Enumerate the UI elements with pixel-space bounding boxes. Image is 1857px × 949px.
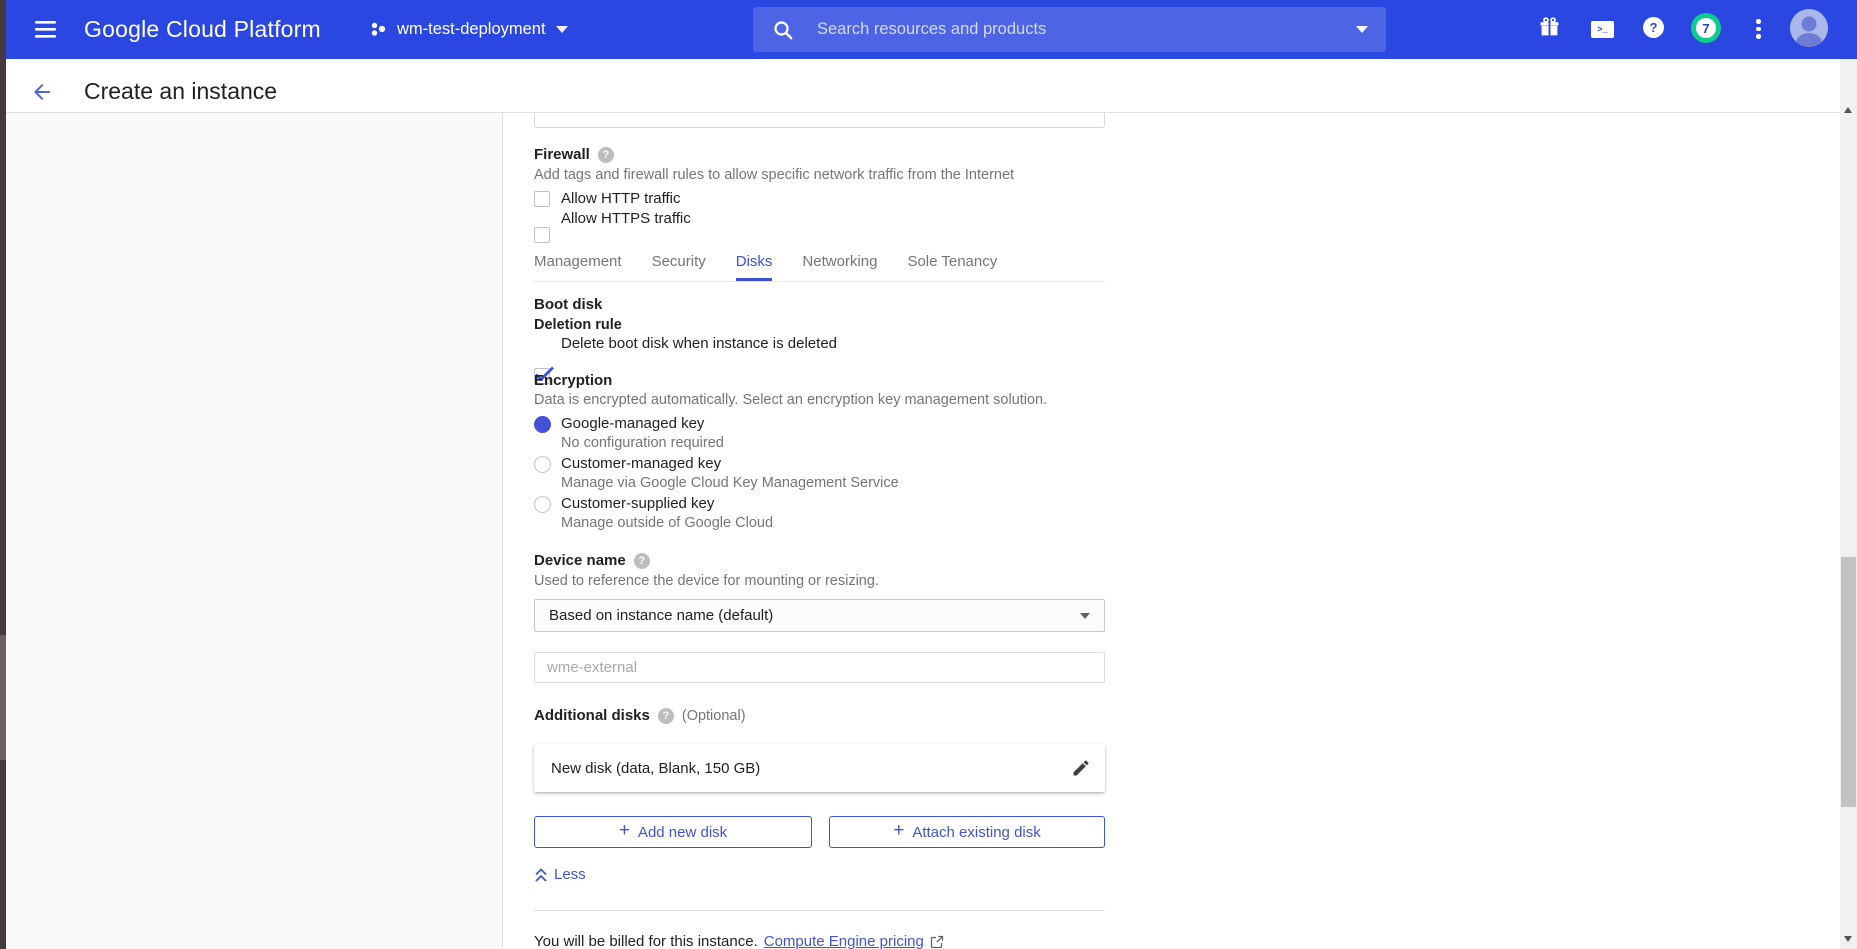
left-blank-panel <box>6 113 503 949</box>
allow-http-label[interactable]: Allow HTTP traffic <box>561 190 680 207</box>
vertical-scrollbar-thumb[interactable] <box>1841 557 1856 807</box>
firewall-label-row: Firewall ? <box>534 146 614 163</box>
radio-google-managed-key[interactable] <box>534 416 551 433</box>
radio-customer-managed-key[interactable] <box>534 456 551 473</box>
screen: Google Cloud Platform wm-test-deployment <box>0 0 1857 949</box>
less-label: Less <box>554 866 586 883</box>
tabs-divider <box>534 281 1105 282</box>
encryption-heading: Encryption <box>534 372 612 389</box>
device-name-label-row: Device name ? <box>534 552 650 569</box>
network-tags-input-partial[interactable] <box>534 113 1105 128</box>
firewall-help-icon[interactable]: ? <box>598 147 614 163</box>
customer-managed-key-sublabel: Manage via Google Cloud Key Management S… <box>561 475 899 491</box>
device-name-description: Used to reference the device for mountin… <box>534 573 879 589</box>
customer-supplied-key-label[interactable]: Customer-supplied key <box>561 495 714 512</box>
billed-text: You will be billed for this instance. <box>534 933 758 949</box>
google-managed-key-sublabel: No configuration required <box>561 435 724 451</box>
add-new-disk-label: Add new disk <box>638 824 727 841</box>
notifications-badge[interactable]: 7 <box>1691 13 1721 43</box>
device-name-input[interactable] <box>534 652 1105 683</box>
additional-disk-card: New disk (data, Blank, 150 GB) <box>534 744 1105 792</box>
avatar[interactable] <box>1790 9 1828 47</box>
whats-new-gift-icon[interactable] <box>1539 17 1560 38</box>
google-managed-key-label[interactable]: Google-managed key <box>561 415 704 432</box>
customer-managed-key-label[interactable]: Customer-managed key <box>561 455 721 472</box>
project-icon <box>370 21 387 38</box>
search-dropdown-caret-icon[interactable] <box>1356 26 1368 33</box>
attach-existing-disk-label: Attach existing disk <box>912 824 1040 841</box>
boot-disk-heading: Boot disk <box>534 296 602 313</box>
allow-https-checkbox[interactable] <box>534 227 550 243</box>
menu-icon[interactable] <box>35 21 56 38</box>
select-caret-icon <box>1080 613 1090 619</box>
firewall-label: Firewall <box>534 146 590 163</box>
page-title: Create an instance <box>84 78 277 105</box>
allow-http-checkbox[interactable] <box>534 191 550 207</box>
compute-engine-pricing-link[interactable]: Compute Engine pricing <box>764 933 924 949</box>
plus-icon: + <box>893 820 904 842</box>
radio-customer-supplied-key[interactable] <box>534 496 551 513</box>
back-arrow-icon[interactable] <box>30 80 54 104</box>
cloud-shell-icon[interactable]: >_ <box>1591 21 1614 38</box>
billing-note: You will be billed for this instance. Co… <box>534 933 944 949</box>
additional-disks-optional-note: (Optional) <box>682 708 746 724</box>
device-name-select-value: Based on instance name (default) <box>549 607 1080 624</box>
edit-pencil-icon[interactable] <box>1071 758 1091 778</box>
firewall-description: Add tags and firewall rules to allow spe… <box>534 167 1014 183</box>
device-name-label: Device name <box>534 552 626 569</box>
scrollbar-down-arrow[interactable] <box>1844 936 1852 942</box>
app-bar: Google Cloud Platform wm-test-deployment <box>0 0 1857 59</box>
tab-networking[interactable]: Networking <box>802 253 877 281</box>
tab-sole-tenancy[interactable]: Sole Tenancy <box>907 253 997 281</box>
deletion-rule-label: Deletion rule <box>534 317 622 333</box>
page-header <box>6 59 1840 113</box>
collapse-less-link[interactable]: Less <box>534 866 586 883</box>
external-link-icon <box>930 935 944 949</box>
attach-existing-disk-button[interactable]: + Attach existing disk <box>829 816 1105 848</box>
additional-disks-label-row: Additional disks ? (Optional) <box>534 707 746 724</box>
tab-disks[interactable]: Disks <box>736 253 773 281</box>
notification-count: 7 <box>1691 13 1721 43</box>
allow-https-label[interactable]: Allow HTTPS traffic <box>561 210 691 227</box>
help-icon[interactable]: ? <box>1643 17 1664 38</box>
additional-disks-label: Additional disks <box>534 707 650 724</box>
project-name: wm-test-deployment <box>397 20 546 39</box>
additional-disks-help-icon[interactable]: ? <box>658 708 674 724</box>
left-edge-strip <box>0 0 6 949</box>
double-chevron-up-icon <box>534 867 548 883</box>
tab-security[interactable]: Security <box>652 253 706 281</box>
customer-supplied-key-sublabel: Manage outside of Google Cloud <box>561 515 773 531</box>
delete-boot-disk-label[interactable]: Delete boot disk when instance is delete… <box>561 335 837 352</box>
search-bar[interactable] <box>753 7 1386 52</box>
footer-divider <box>534 910 1105 911</box>
settings-tabs: Management Security Disks Networking Sol… <box>534 253 997 281</box>
device-name-select[interactable]: Based on instance name (default) <box>534 599 1105 632</box>
project-selector[interactable]: wm-test-deployment <box>370 0 568 59</box>
tab-management[interactable]: Management <box>534 253 622 281</box>
plus-icon: + <box>619 820 630 842</box>
chevron-down-icon <box>556 26 568 33</box>
device-name-help-icon[interactable]: ? <box>634 553 650 569</box>
scrollbar-up-arrow[interactable] <box>1844 107 1852 113</box>
add-new-disk-button[interactable]: + Add new disk <box>534 816 812 848</box>
gcp-logo: Google Cloud Platform <box>84 0 321 59</box>
encryption-description: Data is encrypted automatically. Select … <box>534 392 1047 408</box>
disk-summary: New disk (data, Blank, 150 GB) <box>551 760 1071 777</box>
more-options-icon[interactable] <box>1756 19 1761 39</box>
search-input[interactable] <box>817 20 1356 39</box>
vertical-scrollbar-track[interactable] <box>1840 59 1857 949</box>
search-icon <box>773 20 793 40</box>
